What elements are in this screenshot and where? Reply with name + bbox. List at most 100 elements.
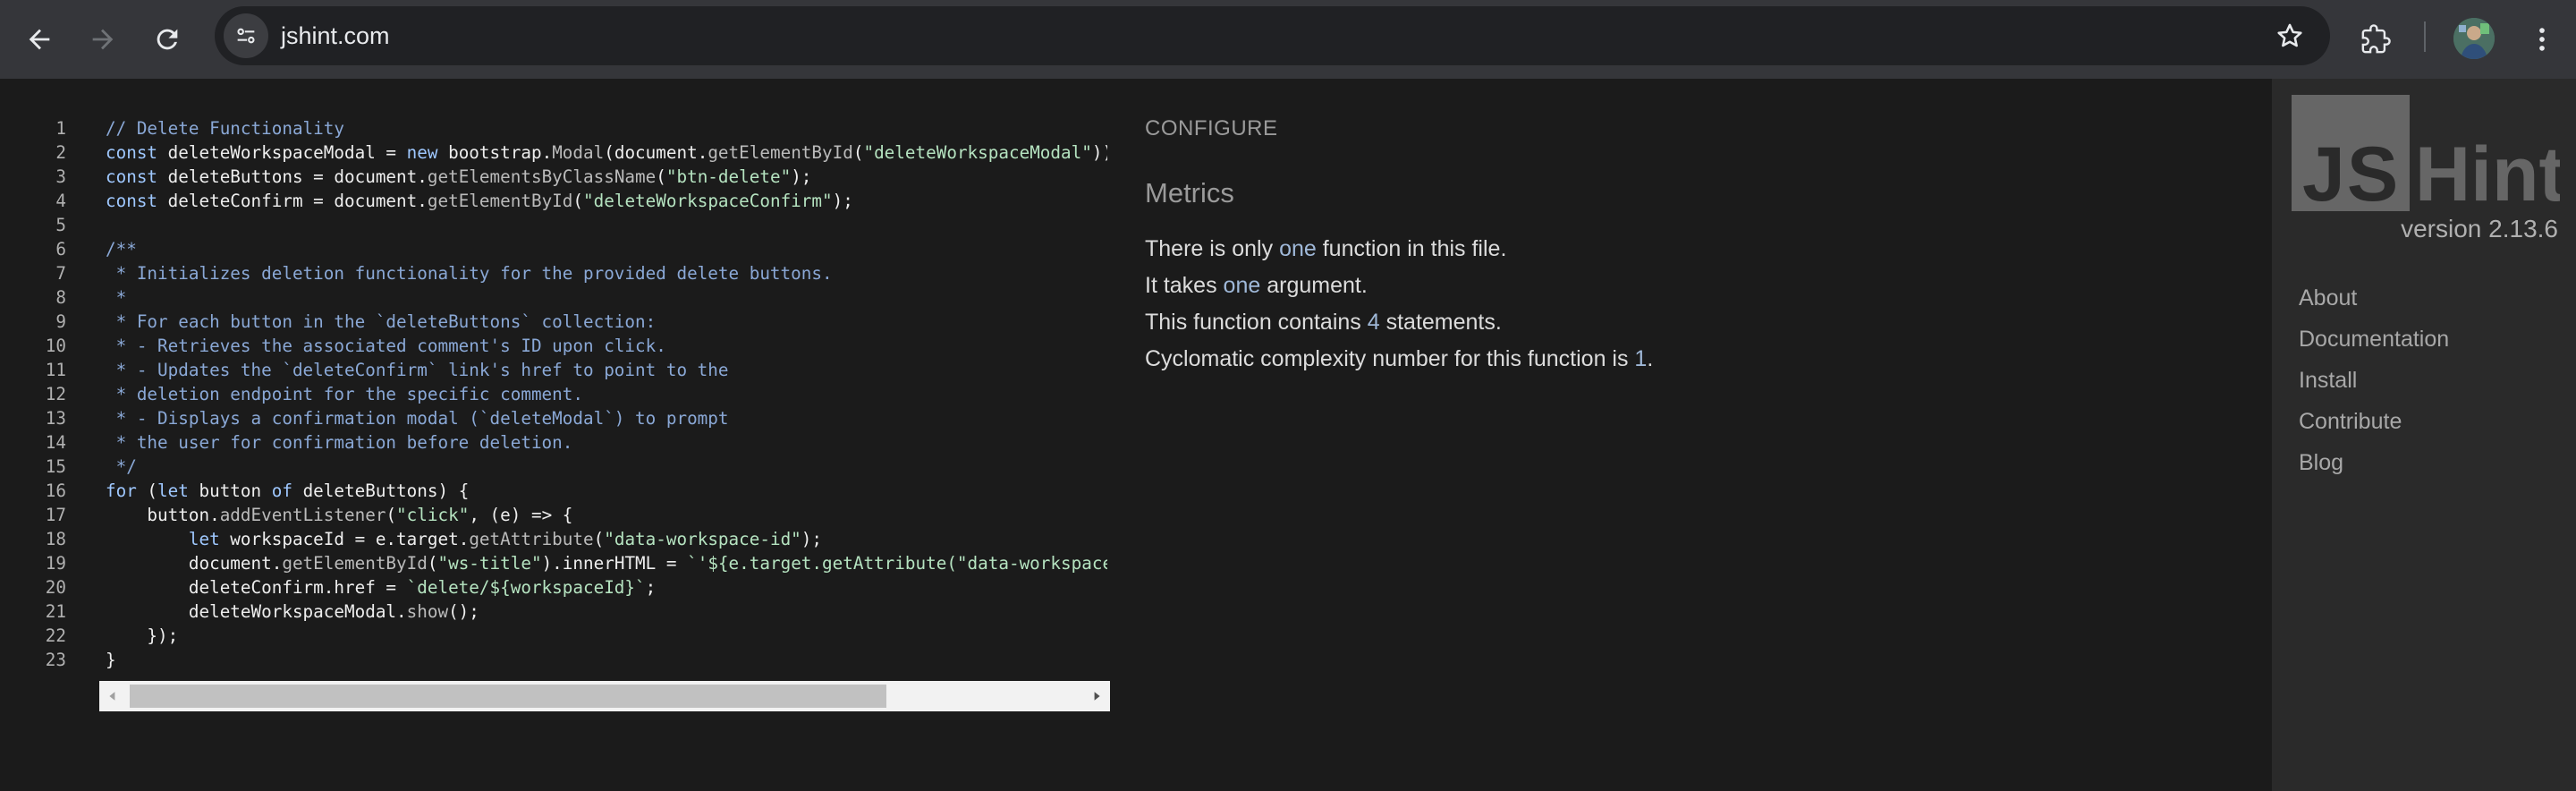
line-code[interactable]: document.getElementById("ws-title").inne… [106,551,1107,575]
line-code[interactable]: * deletion endpoint for the specific com… [106,382,1107,406]
code-editor[interactable]: 1 // Delete Functionality 2 const deleteWor… [36,116,1109,672]
sidebar-item-contribute[interactable]: Contribute [2299,401,2449,442]
line-code[interactable]: */ [106,455,1107,479]
code-line[interactable]: 22 }); [36,624,1109,648]
version-label: version 2.13.6 [2401,215,2558,242]
code-line[interactable]: 18 let workspaceId = e.target.getAttribu… [36,527,1109,551]
code-line[interactable]: 9 * For each button in the `deleteButton… [36,310,1109,334]
code-line[interactable]: 12 * deletion endpoint for the specific … [36,382,1109,406]
sidebar-item-documentation[interactable]: Documentation [2299,319,2449,360]
line-code[interactable]: * - Displays a confirmation modal (`dele… [106,406,1107,430]
code-line[interactable]: 15 */ [36,455,1109,479]
line-number: 13 [45,408,66,429]
sidebar-item-install[interactable]: Install [2299,360,2449,401]
back-icon[interactable] [18,18,61,61]
metric-line: This function contains 4 statements. [1145,310,1502,335]
metric-value: 1 [1634,346,1648,371]
metric-value: 4 [1367,310,1380,335]
line-code[interactable]: const deleteConfirm = document.getElemen… [106,189,1107,213]
code-line[interactable]: 16 for (let button of deleteButtons) { [36,479,1109,503]
sidebar-nav: About Documentation Install Contribute Blog [2299,277,2449,483]
line-number: 8 [55,287,66,308]
line-code[interactable]: for (let button of deleteButtons) { [106,479,1107,503]
scrollbar-thumb[interactable] [130,685,886,708]
code-line[interactable]: 14 * the user for confirmation before de… [36,430,1109,455]
browser-toolbar: jshint.com [0,0,2576,79]
configure-link[interactable]: CONFIGURE [1145,116,2254,141]
line-number: 11 [45,360,66,380]
line-number: 16 [45,481,66,501]
line-code[interactable]: deleteConfirm.href = `delete/${workspace… [106,575,1107,600]
line-number: 7 [55,263,66,284]
forward-icon[interactable] [81,18,124,61]
jshint-logo[interactable]: JS Hint [2292,95,2564,217]
code-line[interactable]: 4 const deleteConfirm = document.getEleme… [36,189,1109,213]
toolbar-divider [2424,21,2426,52]
line-number: 18 [45,529,66,549]
line-code[interactable]: }); [106,624,1107,648]
line-code[interactable]: deleteWorkspaceModal.show(); [106,600,1107,624]
line-number: 1 [55,118,66,139]
line-number: 23 [45,650,66,670]
line-number: 22 [45,625,66,646]
svg-text:JS: JS [2302,132,2400,211]
code-line[interactable]: 11 * - Updates the `deleteConfirm` link'… [36,358,1109,382]
line-code[interactable]: * the user for confirmation before delet… [106,430,1107,455]
metric-value: one [1279,236,1317,261]
line-code[interactable]: * - Retrieves the associated comment's I… [106,334,1107,358]
code-line[interactable]: 17 button.addEventListener("click", (e) … [36,503,1109,527]
code-line[interactable]: 13 * - Displays a confirmation modal (`d… [36,406,1109,430]
line-code[interactable]: button.addEventListener("click", (e) => … [106,503,1107,527]
line-code[interactable]: } [106,648,1107,672]
line-code[interactable]: // Delete Functionality [106,116,1107,140]
line-code[interactable]: * - Updates the `deleteConfirm` link's h… [106,358,1107,382]
code-line[interactable]: 5 [36,213,1109,237]
line-code[interactable]: const deleteWorkspaceModal = new bootstr… [106,140,1107,165]
line-code[interactable]: * Initializes deletion functionality for… [106,261,1107,285]
code-line[interactable]: 1 // Delete Functionality [36,116,1109,140]
address-bar[interactable]: jshint.com [215,6,2330,65]
line-number: 14 [45,432,66,453]
sidebar-item-about[interactable]: About [2299,277,2449,319]
line-number: 15 [45,456,66,477]
line-code[interactable]: * For each button in the `deleteButtons`… [106,310,1107,334]
profile-avatar[interactable] [2453,18,2495,59]
sidebar-item-blog[interactable]: Blog [2299,442,2449,483]
line-number: 10 [45,336,66,356]
more-menu-icon[interactable] [2524,18,2560,61]
code-line[interactable]: 8 * [36,285,1109,310]
line-number: 17 [45,505,66,525]
editor-horizontal-scrollbar[interactable] [99,681,1110,711]
line-number: 19 [45,553,66,574]
code-line[interactable]: 21 deleteWorkspaceModal.show(); [36,600,1109,624]
url-text[interactable]: jshint.com [281,6,390,65]
code-line[interactable]: 7 * Initializes deletion functionality f… [36,261,1109,285]
extensions-icon[interactable] [2354,18,2397,61]
site-info-icon[interactable] [224,13,268,58]
metric-line: Cyclomatic complexity number for this fu… [1145,346,1654,371]
scroll-right-icon[interactable] [1083,681,1110,711]
code-line[interactable]: 20 deleteConfirm.href = `delete/${worksp… [36,575,1109,600]
line-number: 20 [45,577,66,598]
line-number: 21 [45,601,66,622]
line-code[interactable]: /** [106,237,1107,261]
metric-line: It takes one argument. [1145,273,1368,298]
line-number: 4 [55,191,66,211]
scroll-left-icon[interactable] [99,681,126,711]
metric-value: one [1223,273,1261,298]
svg-text:Hint: Hint [2415,132,2560,211]
code-line[interactable]: 10 * - Retrieves the associated comment'… [36,334,1109,358]
line-number: 5 [55,215,66,235]
line-code[interactable]: let workspaceId = e.target.getAttribute(… [106,527,1107,551]
line-code[interactable]: * [106,285,1107,310]
code-line[interactable]: 23} [36,648,1109,672]
line-number: 6 [55,239,66,259]
report-panel: CONFIGURE Metrics There is only one func… [1145,116,2254,372]
code-line[interactable]: 19 document.getElementById("ws-title").i… [36,551,1109,575]
code-line[interactable]: 3 const deleteButtons = document.getEleme… [36,165,1109,189]
code-line[interactable]: 2 const deleteWorkspaceModal = new bootst… [36,140,1109,165]
code-line[interactable]: 6 /** [36,237,1109,261]
bookmark-star-icon[interactable] [2275,21,2305,51]
reload-icon[interactable] [146,18,189,61]
line-code[interactable]: const deleteButtons = document.getElemen… [106,165,1107,189]
